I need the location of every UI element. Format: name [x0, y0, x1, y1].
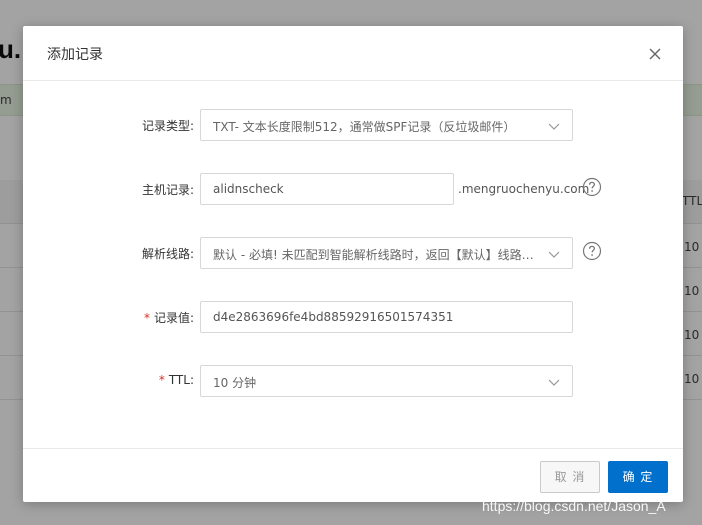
- add-record-dialog: 添加记录 记录类型: TXT- 文本长度限制512，通常做SPF记录（反垃圾邮件…: [23, 26, 683, 502]
- record-type-label-text: 记录类型:: [141, 119, 194, 133]
- close-icon: [649, 48, 661, 60]
- chevron-down-icon: [548, 251, 560, 258]
- record-type-row: 记录类型: TXT- 文本长度限制512，通常做SPF记录（反垃圾邮件）: [23, 109, 683, 141]
- ttl-label-text: TTL:: [168, 373, 194, 387]
- record-type-value: TXT- 文本长度限制512，通常做SPF记录（反垃圾邮件）: [213, 120, 516, 134]
- required-mark: *: [143, 311, 150, 325]
- dialog-header: 添加记录: [23, 26, 683, 81]
- chevron-down-icon: [548, 123, 560, 130]
- ttl-select[interactable]: 10 分钟: [200, 365, 573, 397]
- record-type-label: 记录类型:: [142, 117, 194, 134]
- help-icon[interactable]: [582, 177, 602, 197]
- ttl-label: * TTL:: [159, 373, 194, 387]
- confirm-button[interactable]: 确 定: [608, 461, 668, 493]
- dialog-title: 添加记录: [47, 47, 103, 63]
- help-icon[interactable]: [582, 241, 602, 261]
- resolve-line-label-text: 解析线路:: [141, 247, 194, 261]
- record-value-row: * 记录值: d4e2863696fe4bd88592916501574351: [23, 301, 683, 333]
- record-type-select[interactable]: TXT- 文本长度限制512，通常做SPF记录（反垃圾邮件）: [200, 109, 573, 141]
- cancel-button[interactable]: 取 消: [540, 461, 600, 493]
- ttl-value: 10 分钟: [213, 376, 257, 390]
- resolve-line-row: 解析线路: 默认 - 必填! 未匹配到智能解析线路时，返回【默认】线路设置结果: [23, 237, 683, 269]
- watermark: https://blog.csdn.net/Jason_A: [482, 498, 666, 514]
- host-record-label: 主机记录:: [142, 181, 194, 198]
- host-record-input[interactable]: alidnscheck: [200, 173, 454, 205]
- chevron-down-icon: [548, 379, 560, 386]
- required-mark: *: [158, 373, 165, 387]
- resolve-line-label: 解析线路:: [142, 245, 194, 262]
- resolve-line-value: 默认 - 必填! 未匹配到智能解析线路时，返回【默认】线路设置结果: [213, 248, 538, 262]
- host-record-row: 主机记录: alidnscheck .mengruochenyu.com: [23, 173, 683, 205]
- record-value-label-text: 记录值:: [153, 311, 194, 325]
- resolve-line-select[interactable]: 默认 - 必填! 未匹配到智能解析线路时，返回【默认】线路设置结果: [200, 237, 573, 269]
- domain-suffix: .mengruochenyu.com: [458, 182, 590, 196]
- record-value-label: * 记录值:: [144, 309, 194, 326]
- dialog-footer: 取 消 确 定: [23, 448, 683, 502]
- close-button[interactable]: [643, 42, 667, 66]
- ttl-row: * TTL: 10 分钟: [23, 365, 683, 397]
- record-value-input[interactable]: d4e2863696fe4bd88592916501574351: [200, 301, 573, 333]
- host-record-value: alidnscheck: [213, 182, 284, 196]
- host-record-label-text: 主机记录:: [141, 183, 194, 197]
- record-value-value: d4e2863696fe4bd88592916501574351: [213, 310, 454, 324]
